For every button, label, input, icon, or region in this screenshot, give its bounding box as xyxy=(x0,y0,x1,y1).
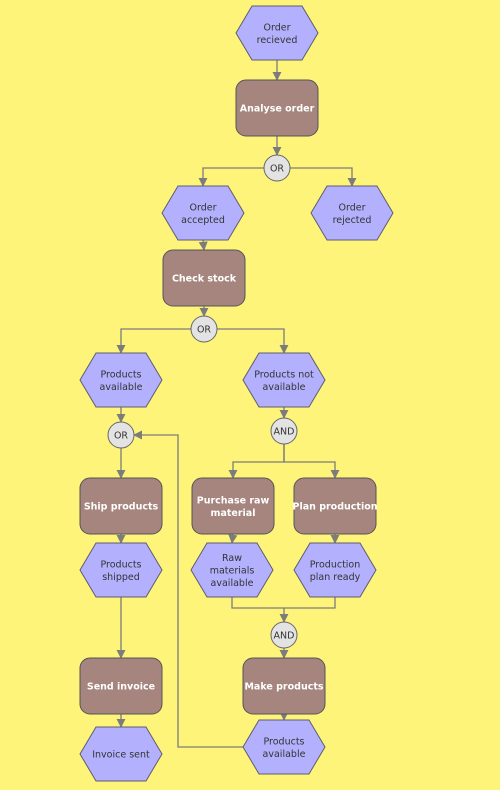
node-label: Products xyxy=(263,736,304,747)
node-label: Products xyxy=(100,369,141,380)
node-label: Products not xyxy=(254,369,314,380)
event-raw-materials-available[interactable]: Raw materialsavailable xyxy=(190,542,274,598)
connector-or-2[interactable]: OR xyxy=(190,315,218,343)
function-check-stock[interactable]: Check stock xyxy=(162,249,246,307)
event-products-shipped[interactable]: Products shipped xyxy=(79,542,163,598)
node-label: Production xyxy=(310,559,361,570)
node-label: materials xyxy=(210,566,255,577)
node-label: plan ready xyxy=(310,572,361,583)
node-label: rejected xyxy=(333,215,372,226)
node-label: Raw xyxy=(222,553,242,564)
node-label: Invoice sent xyxy=(92,750,150,761)
node-label: Products xyxy=(100,559,141,570)
node-label: Order xyxy=(190,202,217,213)
node-label: Analyse order xyxy=(240,104,315,115)
node-label: OR xyxy=(114,431,128,442)
edge-production-plan-ready-to-and-2 xyxy=(284,597,336,609)
edge-purchase-raw-material-to-raw-materials-available xyxy=(228,533,238,544)
node-label: shipped xyxy=(102,572,140,583)
event-products-available-1[interactable]: Products available xyxy=(79,352,163,408)
event-order-accepted[interactable]: Order accepted xyxy=(161,185,245,241)
node-label: AND xyxy=(274,631,295,642)
connector-and-2[interactable]: AND xyxy=(270,621,298,649)
node-label: accepted xyxy=(181,215,225,226)
event-products-available-2[interactable]: Products available xyxy=(242,719,326,775)
process-diagram: Order recieved Analyse order OR Order accepte… xyxy=(79,5,394,782)
node-label: available xyxy=(100,382,143,393)
event-order-rejected[interactable]: Order rejected xyxy=(310,185,394,241)
node-label: Order xyxy=(264,22,291,33)
function-analyse-order[interactable]: Analyse order xyxy=(235,79,319,137)
node-label: Purchase raw xyxy=(197,495,270,506)
edge-or-2-to-products-available-1 xyxy=(116,328,191,354)
connector-and-1[interactable]: AND xyxy=(270,417,298,445)
edge-or-1-to-order-accepted xyxy=(198,167,264,187)
edges xyxy=(116,60,357,748)
node-label: Ship products xyxy=(84,502,159,513)
event-invoice-sent[interactable]: Invoice sent xyxy=(79,726,163,782)
node-label: available xyxy=(263,382,306,393)
nodes: Order recieved Analyse order OR Order accepte… xyxy=(79,5,394,782)
connector-or-1[interactable]: OR xyxy=(263,154,291,182)
function-purchase-raw-material[interactable]: Purchase raw material xyxy=(191,477,275,535)
edge-and-1-to-plan-production xyxy=(283,444,340,479)
event-production-plan-ready[interactable]: Production plan ready xyxy=(293,542,377,598)
node-label: available xyxy=(263,749,306,760)
node-label: Send invoice xyxy=(87,682,155,693)
node-label: Order xyxy=(339,202,366,213)
node-label: OR xyxy=(270,164,284,175)
edge-or-2-to-products-not-available xyxy=(217,328,289,354)
function-send-invoice[interactable]: Send invoice xyxy=(79,657,163,715)
connector-or-3[interactable]: OR xyxy=(107,421,135,449)
function-plan-production[interactable]: Plan production xyxy=(293,477,378,535)
edge-order-accepted-to-check-stock xyxy=(198,239,208,251)
node-label: Plan production xyxy=(293,502,378,513)
edge-and-1-to-purchase-raw-material xyxy=(228,444,285,479)
event-order-received[interactable]: Order recieved xyxy=(235,5,319,61)
node-label: material xyxy=(211,508,256,519)
event-products-not-available[interactable]: Products not available xyxy=(242,352,326,408)
node-label: OR xyxy=(197,325,211,336)
edge-or-1-to-order-rejected xyxy=(290,167,357,187)
node-label: recieved xyxy=(257,35,298,46)
node-label: AND xyxy=(274,427,295,438)
node-label: available xyxy=(211,578,254,589)
node-label: Make products xyxy=(244,682,323,693)
function-ship-products[interactable]: Ship products xyxy=(79,477,163,535)
function-make-products[interactable]: Make products xyxy=(242,657,326,715)
edge-raw-materials-available-to-and-2 xyxy=(231,597,289,623)
node-label: Check stock xyxy=(172,274,237,285)
